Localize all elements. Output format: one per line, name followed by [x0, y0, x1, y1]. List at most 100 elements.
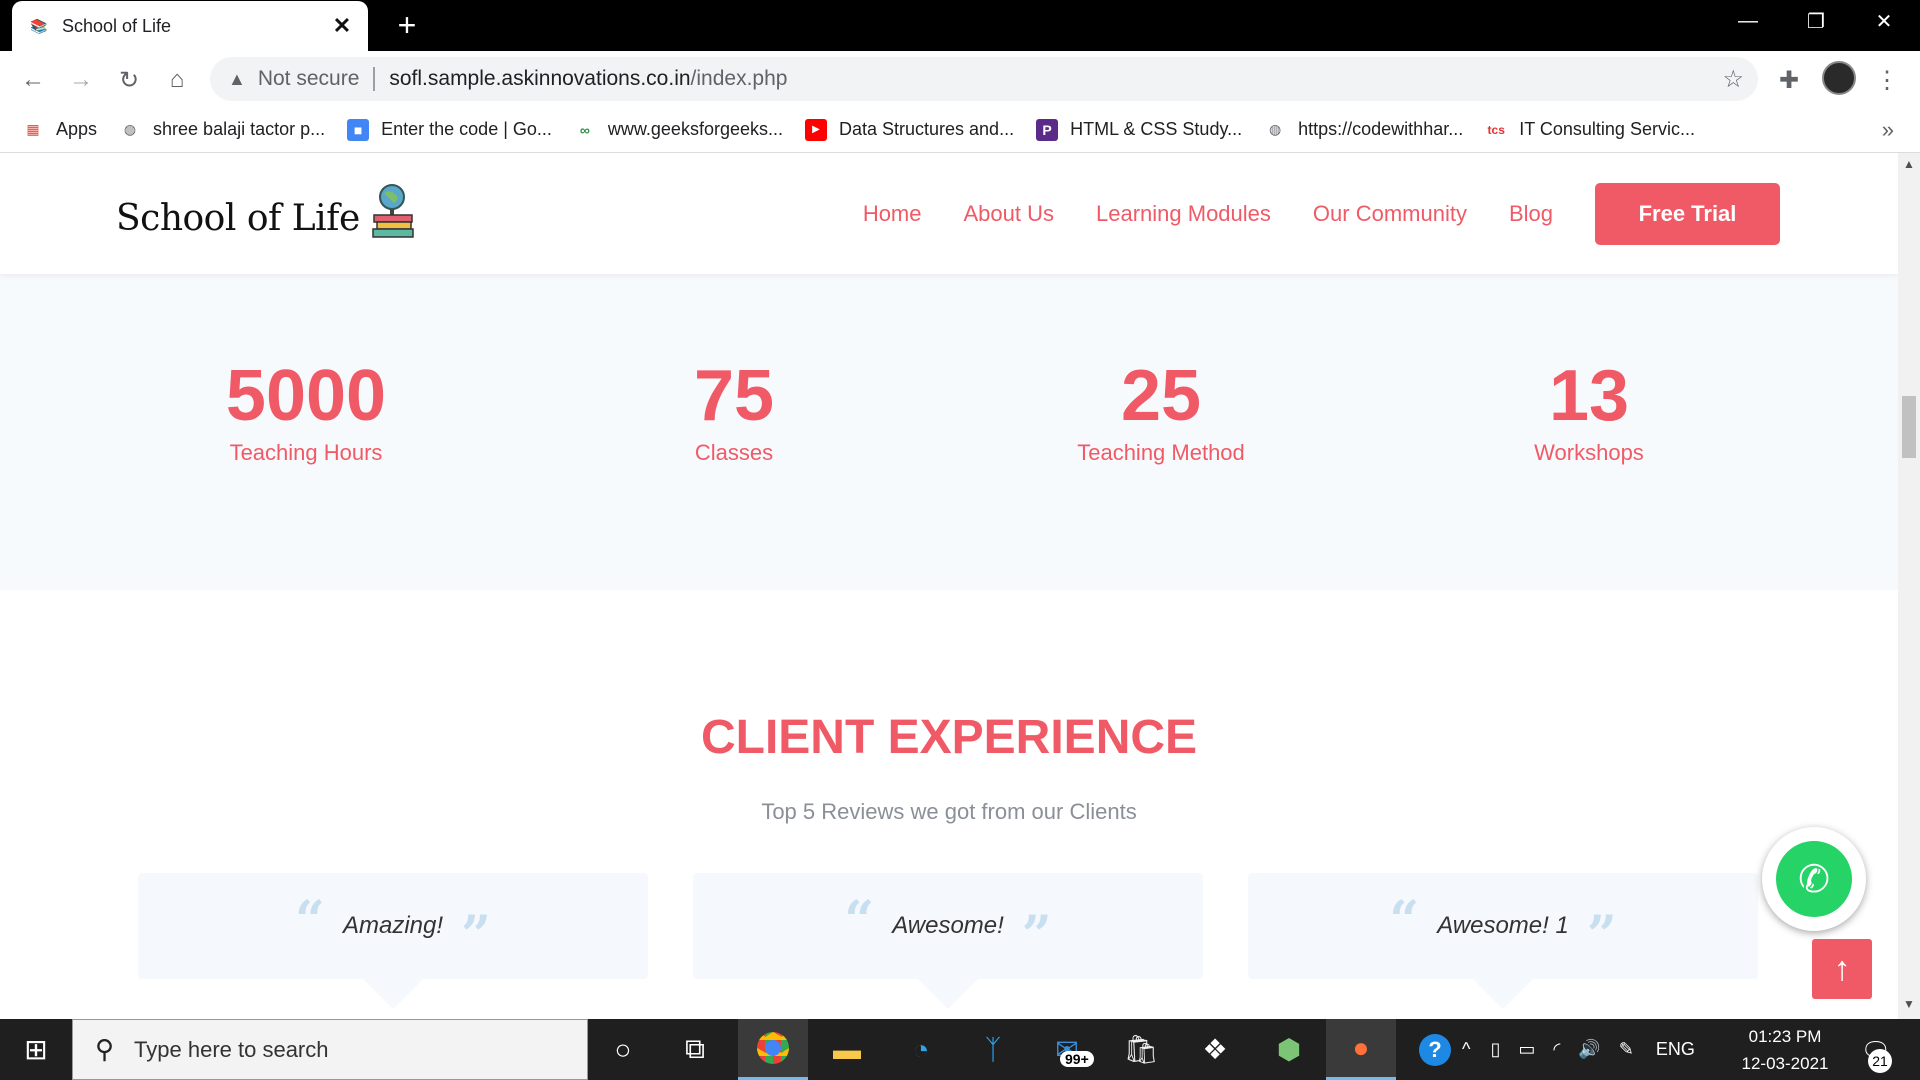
profile-avatar[interactable]	[1822, 61, 1856, 95]
review-card: “ Awesome! 1 ”	[1248, 873, 1758, 1009]
nav-our-community[interactable]: Our Community	[1313, 201, 1467, 227]
address-bar[interactable]: ▲ Not secure sofl.sample.askinnovations.…	[210, 57, 1758, 101]
menu-kebab-icon[interactable]: ⋮	[1870, 63, 1904, 97]
restore-window-button[interactable]: ❐	[1788, 4, 1844, 38]
volume-icon[interactable]: 🔊	[1578, 1039, 1600, 1060]
page-viewport: School of Life Home About Us Learning Mo…	[0, 153, 1898, 1019]
stat-teaching-method: 25 Teaching Method	[1011, 356, 1311, 466]
cube-app-icon[interactable]: ⬢	[1254, 1019, 1324, 1080]
firefox-icon[interactable]: ●	[1326, 1019, 1396, 1080]
language-indicator[interactable]: ENG	[1656, 1039, 1695, 1060]
browser-tab[interactable]: 📚 School of Life ✕	[12, 1, 368, 51]
search-placeholder: Type here to search	[134, 1036, 329, 1062]
reload-button[interactable]: ↻	[112, 63, 146, 97]
dropbox-icon[interactable]: ❖	[1180, 1019, 1250, 1080]
device-icon[interactable]: ▯	[1490, 1039, 1500, 1060]
pen-workspace-icon[interactable]: ✎	[1619, 1039, 1634, 1060]
bookmark-apps[interactable]: ▦ Apps	[22, 119, 97, 141]
close-window-button[interactable]: ✕	[1856, 4, 1912, 38]
close-quote-icon: ”	[1021, 905, 1052, 966]
bookmark-item[interactable]: ▶ Data Structures and...	[804, 118, 1014, 141]
battery-icon[interactable]: ▭	[1518, 1039, 1535, 1060]
security-label[interactable]: Not secure	[258, 67, 360, 91]
scroll-down-icon[interactable]: ▼	[1898, 997, 1920, 1015]
bookmark-item[interactable]: ◍ https://codewithhar...	[1264, 119, 1463, 141]
browser-toolbar: ← → ↻ ⌂ ▲ Not secure sofl.sample.askinno…	[0, 51, 1920, 107]
site-logo[interactable]: School of Life	[116, 183, 416, 239]
stat-value: 5000	[225, 356, 387, 436]
search-icon: ⚲	[95, 1034, 115, 1064]
client-experience-title: CLIENT EXPERIENCE	[700, 711, 1198, 764]
help-icon[interactable]: ?	[1400, 1019, 1470, 1080]
chevron-up-icon[interactable]: ^	[1462, 1039, 1470, 1060]
more-bookmarks-icon[interactable]: »	[1882, 117, 1894, 143]
windows-start-icon[interactable]: ⊞	[0, 1019, 72, 1080]
stat-workshops: 13 Workshops	[1439, 356, 1739, 466]
cortana-icon[interactable]: ○	[588, 1019, 658, 1080]
arrow-up-icon: ↑	[1833, 949, 1851, 988]
nav-home[interactable]: Home	[863, 201, 922, 227]
bookmark-item[interactable]: P HTML & CSS Study...	[1036, 118, 1242, 141]
home-button[interactable]: ⌂	[160, 63, 194, 97]
new-tab-button[interactable]: +	[390, 7, 424, 43]
bookmark-item[interactable]: ◍ shree balaji tactor p...	[119, 119, 325, 141]
warning-icon[interactable]: ▲	[228, 69, 246, 90]
scroll-thumb[interactable]	[1902, 396, 1916, 458]
browser-title-bar: 📚 School of Life ✕ + — ❐ ✕	[0, 0, 1920, 51]
vscode-icon[interactable]: ᛉ	[958, 1019, 1028, 1080]
whatsapp-button[interactable]: ✆	[1762, 827, 1866, 931]
taskbar-clock[interactable]: 01:23 PM 12-03-2021	[1730, 1023, 1840, 1077]
open-quote-icon: “	[1389, 890, 1420, 951]
nav-learning-modules[interactable]: Learning Modules	[1096, 201, 1271, 227]
review-text: Awesome!	[892, 912, 1004, 939]
edge-icon[interactable]: ◔	[886, 1019, 956, 1080]
clock-date: 12-03-2021	[1741, 1054, 1829, 1073]
minimize-window-button[interactable]: —	[1720, 4, 1776, 38]
stat-value: 25	[1120, 356, 1202, 436]
review-card: “ Amazing! ”	[138, 873, 648, 1009]
extensions-puzzle-icon[interactable]: ✚	[1772, 63, 1806, 97]
bookmark-item[interactable]: tcs IT Consulting Servic...	[1485, 119, 1695, 141]
file-explorer-icon[interactable]: ▬	[812, 1019, 882, 1080]
page-scrollbar[interactable]: ▲ ▼	[1898, 153, 1920, 1019]
url-text[interactable]: sofl.sample.askinnovations.co.in/index.p…	[389, 67, 787, 91]
mail-icon[interactable]: ✉	[1032, 1019, 1102, 1080]
client-experience-subtitle: Top 5 Reviews we got from our Clients	[761, 799, 1137, 824]
store-icon[interactable]: 🛍	[1106, 1019, 1176, 1080]
youtube-icon: ▶	[804, 118, 827, 141]
chrome-icon[interactable]	[738, 1019, 808, 1080]
forward-button[interactable]: →	[64, 63, 98, 97]
wifi-icon[interactable]: ◜	[1553, 1039, 1560, 1060]
stat-label: Workshops	[1534, 440, 1644, 465]
tcs-icon: tcs	[1487, 122, 1505, 137]
stat-teaching-hours: 5000 Teaching Hours	[156, 356, 456, 466]
review-text: Awesome! 1	[1437, 912, 1569, 939]
p-icon: P	[1036, 118, 1059, 141]
open-quote-icon: “	[844, 890, 875, 951]
bookmark-item[interactable]: ■ Enter the code | Go...	[347, 118, 552, 141]
back-to-top-button[interactable]: ↑	[1812, 939, 1872, 999]
free-trial-button[interactable]: Free Trial	[1595, 182, 1780, 245]
stat-value: 13	[1548, 356, 1630, 436]
close-quote-icon: ”	[461, 905, 491, 966]
bookmark-star-icon[interactable]: ☆	[1722, 65, 1744, 94]
review-card: “ Awesome! ”	[693, 873, 1203, 1009]
mail-count-badge: 99+	[1060, 1051, 1094, 1067]
apps-grid-icon: ▦	[26, 121, 40, 137]
windows-taskbar: ⊞ ⚲ Type here to search ○ ⧉ ▬ ◔ ᛉ ✉ 99+ …	[0, 1019, 1920, 1080]
scroll-up-icon[interactable]: ▲	[1898, 157, 1920, 175]
stat-label: Classes	[694, 440, 774, 465]
globe-icon: ◍	[1269, 121, 1282, 137]
nav-about-us[interactable]: About Us	[964, 201, 1055, 227]
bookmark-item[interactable]: ∞ www.geeksforgeeks...	[574, 119, 783, 141]
close-tab-icon[interactable]: ✕	[328, 12, 356, 40]
nav-blog[interactable]: Blog	[1509, 201, 1553, 227]
school-favicon-icon: 📚	[30, 17, 48, 34]
google-classroom-icon: ■	[347, 118, 370, 141]
globe-icon: ◍	[123, 121, 137, 137]
taskbar-search-input[interactable]: ⚲ Type here to search	[72, 1019, 588, 1080]
review-text: Amazing!	[342, 912, 444, 939]
stat-label: Teaching Method	[1077, 440, 1245, 465]
back-button[interactable]: ←	[16, 63, 50, 97]
task-view-icon[interactable]: ⧉	[660, 1019, 730, 1080]
